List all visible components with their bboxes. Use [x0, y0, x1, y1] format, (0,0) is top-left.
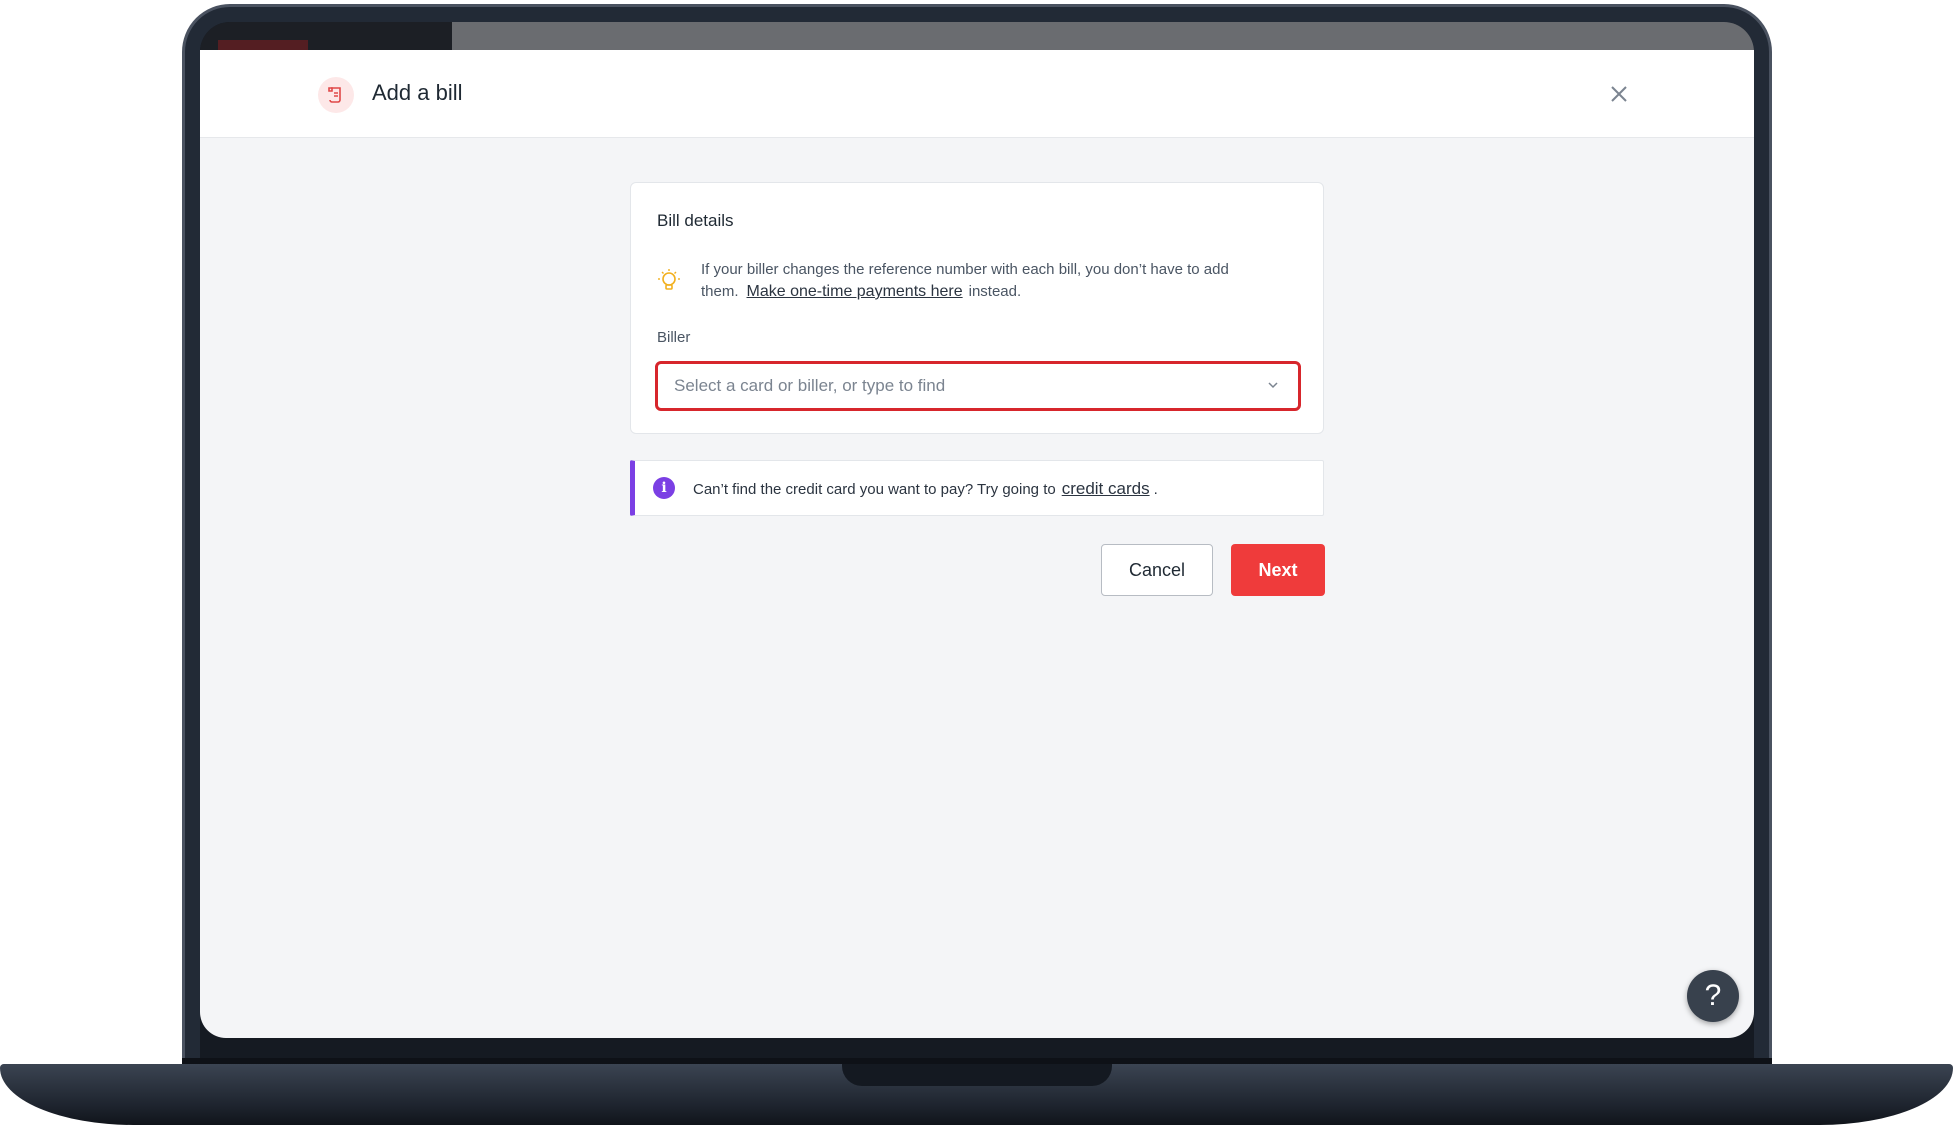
tip-text-suffix: instead. — [968, 283, 1022, 300]
credit-cards-link[interactable]: credit cards — [1062, 479, 1150, 498]
info-text-suffix: . — [1153, 481, 1158, 498]
bill-icon — [318, 77, 354, 113]
help-button[interactable]: ? — [1687, 970, 1739, 1022]
info-text-body: Can’t find the credit card you want to p… — [693, 481, 1056, 498]
tip-text: If your biller changes the reference num… — [701, 259, 1291, 303]
one-time-payments-link[interactable]: Make one-time payments here — [747, 283, 963, 300]
info-icon: i — [653, 477, 675, 499]
modal-header: Add a bill — [200, 50, 1754, 138]
card-title: Bill details — [657, 211, 734, 230]
chevron-down-icon — [1266, 378, 1280, 392]
info-text: Can’t find the credit card you want to p… — [693, 479, 1158, 499]
biller-label: Biller — [657, 329, 691, 346]
close-icon[interactable] — [1606, 81, 1632, 107]
lightbulb-icon — [657, 268, 681, 292]
biller-select-placeholder: Select a card or biller, or type to find — [674, 376, 946, 395]
bill-details-card: Bill details If your biller changes the … — [630, 182, 1324, 434]
info-banner: i Can’t find the credit card you want to… — [630, 460, 1324, 516]
modal-title: Add a bill — [372, 80, 463, 105]
laptop-notch — [842, 1064, 1112, 1086]
cancel-button[interactable]: Cancel — [1101, 544, 1213, 596]
screen: Add a bill Bill details If your biller c… — [200, 50, 1754, 1038]
biller-select[interactable]: Select a card or biller, or type to find — [655, 361, 1301, 411]
next-button[interactable]: Next — [1231, 544, 1325, 596]
background-app-bar-overlay — [452, 22, 1754, 52]
